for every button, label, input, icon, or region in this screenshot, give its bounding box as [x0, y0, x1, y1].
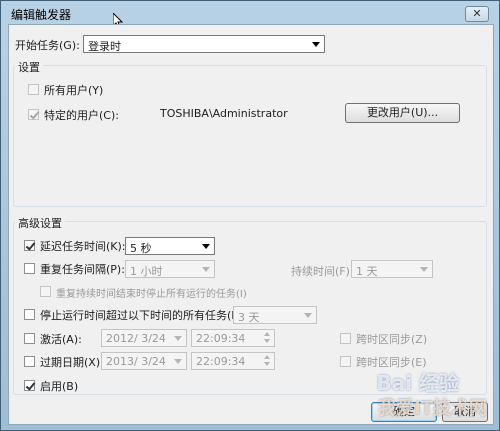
all-users-checkbox[interactable]: [28, 84, 39, 95]
delay-task-value: 5 秒: [130, 242, 152, 255]
duration-dropdown[interactable]: 1 天: [351, 260, 433, 278]
activate-sync-timezone-checkbox[interactable]: [340, 333, 351, 344]
enabled-label: 启用(B): [40, 380, 79, 393]
chevron-down-icon: [312, 42, 320, 47]
repeat-interval-value: 1 小时: [130, 265, 163, 278]
stop-at-repeat-end-checkbox[interactable]: [40, 286, 51, 297]
chevron-down-icon: [420, 267, 428, 272]
repeat-task-label: 重复任务间隔(P):: [40, 263, 125, 276]
duration-value: 1 天: [356, 265, 378, 278]
specific-user-label: 特定的用户(C):: [44, 109, 119, 122]
close-icon: ✕: [472, 7, 482, 20]
advanced-settings-title: 高级设置: [15, 215, 65, 231]
dialog-title: 编辑触发器: [11, 8, 72, 22]
activate-time-field[interactable]: 22:09:34: [191, 329, 275, 347]
expire-checkbox[interactable]: [24, 356, 35, 367]
edit-trigger-dialog: 编辑触发器 ✕ 开始任务(G): 登录时 设置 所有用户(Y) 特定的用户(C)…: [0, 0, 500, 431]
activate-checkbox[interactable]: [24, 333, 35, 344]
expire-label: 过期日期(X):: [40, 356, 104, 369]
repeat-task-checkbox[interactable]: [24, 263, 35, 274]
activate-label: 激活(A):: [40, 333, 82, 346]
chevron-down-icon: [174, 336, 182, 341]
repeat-interval-dropdown[interactable]: 1 小时: [125, 260, 215, 278]
expire-sync-timezone-checkbox[interactable]: [340, 356, 351, 367]
stop-long-tasks-label: 停止运行时间超过以下时间的所有任务(L):: [40, 309, 246, 322]
chevron-down-icon: [202, 267, 210, 272]
activate-time-value: 22:09:34: [196, 332, 246, 345]
activate-sync-timezone-label: 跨时区同步(Z): [356, 333, 428, 346]
chevron-down-icon: [304, 313, 312, 318]
duration-label: 持续时间(F):: [291, 265, 354, 278]
specific-user-checkbox[interactable]: [28, 109, 39, 120]
delay-task-label: 延迟任务时间(K):: [40, 240, 126, 253]
cancel-button[interactable]: 取消: [442, 402, 488, 422]
begin-task-dropdown[interactable]: 登录时: [83, 35, 325, 53]
dialog-content: 开始任务(G): 登录时 设置 所有用户(Y) 特定的用户(C): TOSHIB…: [8, 24, 494, 425]
expire-time-value: 22:09:34: [196, 355, 246, 368]
stop-long-tasks-value: 3 天: [238, 311, 260, 324]
begin-task-label: 开始任务(G):: [15, 39, 80, 52]
change-user-button[interactable]: 更改用户(U)...: [345, 103, 460, 123]
enabled-checkbox[interactable]: [24, 380, 35, 391]
title-bar[interactable]: 编辑触发器 ✕: [1, 1, 499, 23]
time-spinner-icon[interactable]: [262, 353, 274, 369]
chevron-down-icon: [202, 244, 210, 249]
expire-time-field[interactable]: 22:09:34: [191, 352, 275, 370]
chevron-down-icon: [174, 359, 182, 364]
all-users-label: 所有用户(Y): [44, 84, 104, 97]
settings-group-title: 设置: [15, 59, 43, 75]
stop-long-tasks-checkbox[interactable]: [24, 309, 35, 320]
expire-date-value: 2013/ 3/24: [106, 355, 166, 368]
ok-button[interactable]: 确定: [371, 402, 437, 422]
close-button[interactable]: ✕: [465, 6, 489, 22]
expire-date-picker[interactable]: 2013/ 3/24: [101, 352, 187, 370]
delay-task-dropdown[interactable]: 5 秒: [125, 237, 215, 255]
delay-task-checkbox[interactable]: [24, 240, 35, 251]
specific-user-value: TOSHIBA\Administrator: [160, 107, 288, 120]
stop-at-repeat-end-label: 重复持续时间结束时停止所有运行的任务(I): [56, 289, 247, 300]
expire-sync-timezone-label: 跨时区同步(E): [356, 356, 427, 369]
stop-long-tasks-dropdown[interactable]: 3 天: [233, 306, 317, 324]
activate-date-picker[interactable]: 2012/ 3/24: [101, 329, 187, 347]
activate-date-value: 2012/ 3/24: [106, 332, 166, 345]
begin-task-value: 登录时: [88, 40, 121, 53]
time-spinner-icon[interactable]: [262, 330, 274, 346]
